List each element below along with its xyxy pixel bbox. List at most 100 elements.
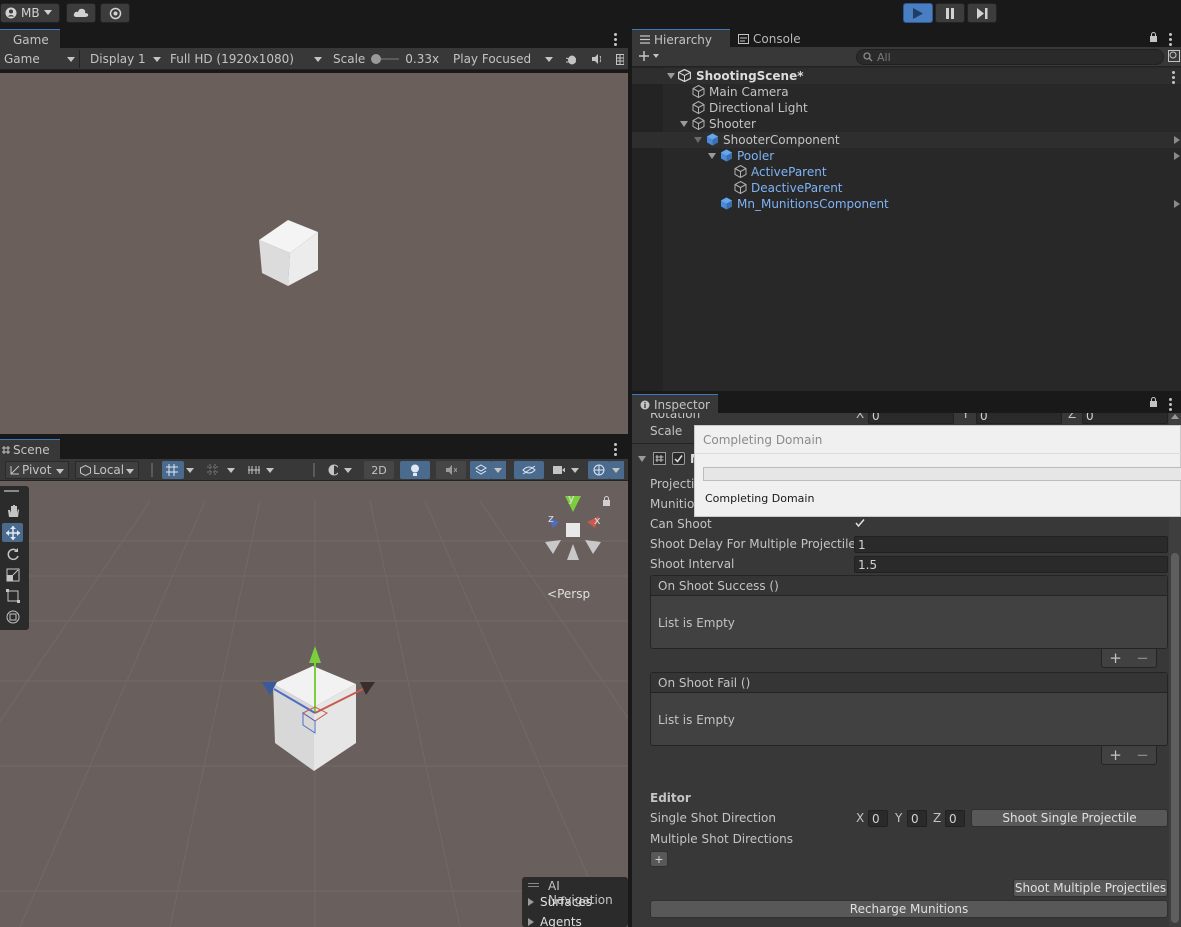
scene-menu-icon[interactable] <box>614 443 617 456</box>
tab-console-label: Console <box>753 32 801 46</box>
account-dropdown[interactable]: MB <box>0 3 60 23</box>
game-viewport[interactable] <box>0 73 628 434</box>
grid-snap-icon[interactable] <box>162 461 184 479</box>
cloud-button[interactable] <box>66 3 96 23</box>
audio-mute-icon[interactable] <box>436 461 466 479</box>
pivot-dropdown[interactable]: Pivot <box>5 461 69 479</box>
account-label: MB <box>21 6 40 20</box>
services-button[interactable] <box>100 3 130 23</box>
can-shoot-checkbox[interactable] <box>854 517 868 531</box>
hierarchy-item-deactive-parent[interactable]: DeactiveParent <box>632 180 1181 196</box>
increment-snap-icon[interactable] <box>244 461 264 479</box>
stats-icon[interactable] <box>612 50 628 68</box>
single-shot-z-field[interactable]: 0 <box>945 810 965 827</box>
hierarchy-search-input[interactable]: All <box>856 49 1164 65</box>
scale-track[interactable] <box>371 54 400 64</box>
projection-toggle[interactable]: <Persp <box>547 587 590 601</box>
overlay-item-surfaces[interactable]: Surfaces <box>528 895 592 909</box>
lock-icon[interactable] <box>1149 397 1158 407</box>
hierarchy-search-bar: All <box>632 47 1181 67</box>
hierarchy-item-shooter[interactable]: Shooter <box>632 116 1181 132</box>
resolution-dropdown[interactable]: Full HD (1920x1080) <box>166 50 326 68</box>
hierarchy-menu-icon[interactable] <box>1169 33 1172 46</box>
component-enabled-checkbox[interactable] <box>672 452 685 465</box>
display-dropdown[interactable]: Display 1 <box>85 50 165 68</box>
grid-snap-dropdown[interactable] <box>184 461 198 479</box>
draw-mode-dropdown[interactable] <box>342 461 356 479</box>
hierarchy-item-directional-light[interactable]: Directional Light <box>632 100 1181 116</box>
scene-menu-icon[interactable] <box>1172 71 1175 84</box>
hidden-objects-icon[interactable] <box>514 461 544 479</box>
tab-inspector[interactable]: Inspector <box>632 394 718 414</box>
hierarchy-item-shooter-component[interactable]: ShooterComponent <box>632 132 1181 148</box>
single-shot-y-field[interactable]: 0 <box>907 810 927 827</box>
tab-game[interactable]: Game <box>0 29 60 49</box>
game-mode-dropdown[interactable]: Game <box>0 50 80 68</box>
add-direction-label: + <box>654 852 664 866</box>
overlay-item-agents[interactable]: Agents <box>528 915 582 927</box>
scale-handle[interactable] <box>371 54 382 64</box>
lock-icon[interactable] <box>1149 32 1158 42</box>
scale-tool-icon[interactable] <box>2 565 23 584</box>
add-direction-button[interactable]: + <box>650 851 668 867</box>
tab-scene[interactable]: Scene <box>0 439 60 459</box>
hierarchy-item-munitions-component[interactable]: Mn_MunitionsComponent <box>632 196 1181 212</box>
hierarchy-scene-row[interactable]: ShootingScene* <box>632 68 1181 84</box>
rotation-x-field[interactable]: 0 <box>868 413 954 424</box>
audio-icon[interactable] <box>587 50 605 68</box>
shoot-single-projectile-button[interactable]: Shoot Single Projectile <box>971 809 1168 827</box>
transform-tool-icon[interactable] <box>2 607 23 626</box>
orientation-gizmo[interactable]: y x z <Persp <box>543 490 613 602</box>
main-toolbar: MB <box>0 0 1181 28</box>
scene-visibility-icon[interactable] <box>1168 50 1180 62</box>
move-gizmo[interactable] <box>0 481 628 927</box>
camera-icon[interactable] <box>549 461 569 479</box>
local-dropdown[interactable]: Local <box>75 461 139 479</box>
grid-visibility-dropdown[interactable] <box>225 461 239 479</box>
single-shot-x-field[interactable]: 0 <box>868 810 888 827</box>
hierarchy-item-pooler[interactable]: Pooler <box>632 148 1181 164</box>
camera-dropdown[interactable] <box>569 461 583 479</box>
hierarchy-item-label: Directional Light <box>709 101 808 115</box>
rotation-z-field[interactable]: 0 <box>1082 413 1168 424</box>
grid-visibility-icon[interactable] <box>203 461 223 479</box>
effects-icon[interactable] <box>470 461 492 479</box>
shoot-delay-field[interactable]: 1 <box>854 536 1168 553</box>
effects-dropdown[interactable] <box>492 461 506 479</box>
gizmos-icon[interactable] <box>588 461 610 479</box>
hierarchy-item-main-camera[interactable]: Main Camera <box>632 84 1181 100</box>
step-button[interactable] <box>967 3 997 23</box>
shoot-interval-field[interactable]: 1.5 <box>854 556 1168 573</box>
add-listener-button[interactable]: + <box>1109 649 1122 667</box>
tab-hierarchy[interactable]: Hierarchy <box>632 29 730 49</box>
bug-icon[interactable] <box>562 50 580 68</box>
gizmos-dropdown[interactable] <box>610 461 624 479</box>
lighting-icon[interactable] <box>400 461 430 479</box>
rect-tool-icon[interactable] <box>2 586 23 605</box>
hierarchy-item-active-parent[interactable]: ActiveParent <box>632 164 1181 180</box>
game-menu-icon[interactable] <box>614 33 617 46</box>
tab-console[interactable]: Console <box>730 29 810 49</box>
toggle-2d-button[interactable]: 2D <box>364 461 394 479</box>
add-icon[interactable] <box>638 50 660 62</box>
inspector-menu-icon[interactable] <box>1169 398 1172 411</box>
pause-button[interactable] <box>935 3 965 23</box>
remove-listener-button[interactable]: − <box>1136 649 1149 667</box>
scale-slider[interactable]: Scale 0.33x <box>329 50 447 68</box>
recharge-munitions-button[interactable]: Recharge Munitions <box>650 900 1168 918</box>
tab-hierarchy-label: Hierarchy <box>654 32 713 47</box>
inspector-scroll-thumb[interactable] <box>1171 553 1179 923</box>
play-button[interactable] <box>903 3 933 23</box>
remove-listener-button[interactable]: − <box>1136 746 1149 764</box>
hand-tool-icon[interactable] <box>2 501 23 520</box>
shoot-multiple-projectiles-button[interactable]: Shoot Multiple Projectiles <box>1013 879 1168 897</box>
rotate-tool-icon[interactable] <box>2 544 23 563</box>
play-mode-dropdown[interactable]: Play Focused <box>449 50 557 68</box>
rotation-y-field[interactable]: 0 <box>976 413 1062 424</box>
increment-snap-dropdown[interactable] <box>264 461 278 479</box>
scene-viewport[interactable]: y x z <Persp AI Navigation Surfaces Agen… <box>0 481 628 927</box>
move-tool-icon[interactable] <box>2 523 23 542</box>
lock-icon[interactable] <box>602 496 611 506</box>
add-listener-button[interactable]: + <box>1109 746 1122 764</box>
draw-mode-icon[interactable] <box>324 461 342 479</box>
